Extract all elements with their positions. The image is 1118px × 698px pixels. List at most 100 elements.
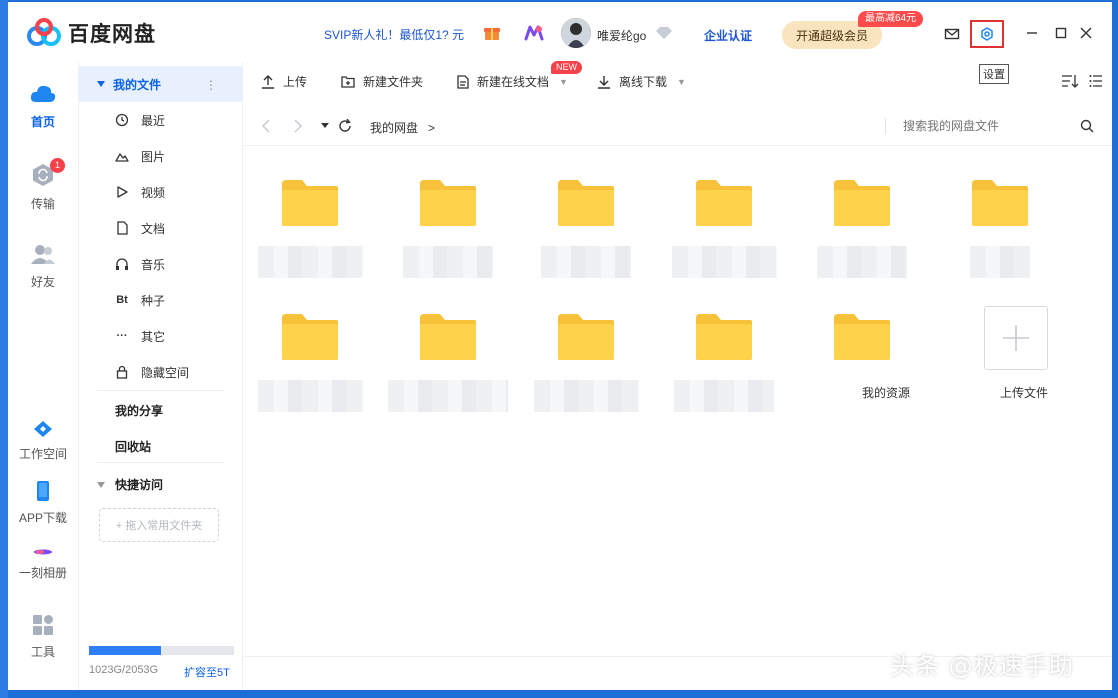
sidebar-quick-access[interactable]: 快捷访问 xyxy=(97,476,163,493)
nav-album[interactable]: 一刻相册 xyxy=(8,546,78,581)
expand-storage-link[interactable]: 扩容至5T xyxy=(184,664,230,680)
folder-tile[interactable] xyxy=(531,152,641,282)
folder-tile[interactable] xyxy=(255,152,365,282)
maximize-button[interactable] xyxy=(1052,24,1070,42)
settings-button[interactable] xyxy=(970,20,1004,48)
file-name-redacted xyxy=(388,380,508,412)
svip-promo-link[interactable]: SVIP新人礼！最低仅1? 元 xyxy=(324,26,464,43)
folder-icon xyxy=(834,180,890,226)
upload-file-tile[interactable] xyxy=(984,306,1048,370)
desktop-background xyxy=(0,0,8,698)
left-nav: 首页 1 传输 好友 工作空间 APP下载 一刻相册 工具 xyxy=(8,62,78,690)
forward-icon[interactable] xyxy=(293,119,303,133)
new-folder-button[interactable]: 新建文件夹 xyxy=(341,73,423,90)
storage-bar xyxy=(89,646,234,655)
chevron-down-icon[interactable]: ▼ xyxy=(677,77,686,87)
sort-icon[interactable] xyxy=(1061,74,1079,88)
chevron-down-icon[interactable]: ▼ xyxy=(559,77,568,87)
friends-icon xyxy=(31,245,55,264)
nav-tools-label: 工具 xyxy=(30,645,55,659)
sidebar-item-documents[interactable]: 文档 xyxy=(115,218,165,238)
folder-icon xyxy=(282,314,338,360)
breadcrumb[interactable]: 我的网盘 > xyxy=(370,119,435,136)
folder-tile[interactable] xyxy=(531,286,641,416)
baidu-pan-logo-icon xyxy=(27,18,61,46)
sidebar-item-my-share[interactable]: 我的分享 xyxy=(115,402,163,419)
document-icon xyxy=(117,221,128,235)
search-icon[interactable] xyxy=(1080,119,1094,133)
folder-tile[interactable] xyxy=(807,152,917,282)
storage-fill xyxy=(89,646,162,655)
nav-tools[interactable]: 工具 xyxy=(8,614,78,660)
gear-icon xyxy=(981,27,993,41)
gift-icon[interactable] xyxy=(483,24,501,42)
back-icon[interactable] xyxy=(261,119,271,133)
list-view-icon[interactable] xyxy=(1089,74,1103,88)
upload-button[interactable]: 上传 xyxy=(261,73,307,90)
sidebar-item-images[interactable]: 图片 xyxy=(115,146,165,166)
sidebar-my-files[interactable]: 我的文件 ⋮ xyxy=(79,66,243,102)
folder-tile[interactable] xyxy=(807,286,917,416)
nav-app-download[interactable]: APP下载 xyxy=(8,480,78,526)
nav-friends[interactable]: 好友 xyxy=(8,242,78,290)
file-name-redacted xyxy=(258,246,363,278)
file-name-redacted xyxy=(672,246,777,278)
close-button[interactable] xyxy=(1077,24,1095,42)
sidebar-item-recycle-bin[interactable]: 回收站 xyxy=(115,438,151,455)
headphones-icon xyxy=(116,258,128,270)
sidebar-item-label: 文档 xyxy=(141,221,166,236)
folder-icon xyxy=(282,180,338,226)
bt-icon: Bt xyxy=(116,294,128,306)
offline-download-button[interactable]: 离线下载 ▼ xyxy=(597,73,686,90)
minimize-button[interactable] xyxy=(1023,24,1041,42)
sidebar: 我的文件 ⋮ 最近 图片 视频 文档 音乐 Bt 种子 ··· 其它 隐藏空间 … xyxy=(78,62,243,690)
folder-tile[interactable] xyxy=(255,286,365,416)
sidebar-item-recent[interactable]: 最近 xyxy=(115,110,165,130)
vip-discount-badge: 最高减64元 xyxy=(858,11,924,27)
folder-tile[interactable] xyxy=(669,286,779,416)
file-name-redacted xyxy=(258,380,363,412)
folder-tile[interactable] xyxy=(669,152,779,282)
upload-file-label: 上传文件 xyxy=(999,386,1048,400)
sidebar-item-music[interactable]: 音乐 xyxy=(115,254,165,274)
breadcrumb-separator: > xyxy=(428,121,436,135)
sidebar-quick-access-label: 快捷访问 xyxy=(115,478,164,492)
app-window: 百度网盘 SVIP新人礼！最低仅1? 元 唯爱纶go 企业认证 开通超级会员 最… xyxy=(8,2,1112,690)
file-name-redacted xyxy=(970,246,1030,278)
mail-icon[interactable] xyxy=(944,27,960,41)
new-online-doc-button[interactable]: 新建在线文档 ▼ xyxy=(457,73,568,90)
folder-tile[interactable] xyxy=(388,286,508,416)
file-name-redacted xyxy=(541,246,631,278)
nav-workspace[interactable]: 工作空间 xyxy=(8,420,78,462)
search-input[interactable] xyxy=(903,119,1063,133)
refresh-icon[interactable] xyxy=(338,119,352,133)
history-dropdown-icon[interactable] xyxy=(321,123,329,129)
drop-folder-zone[interactable]: + 拖入常用文件夹 xyxy=(99,508,219,542)
sidebar-item-label: 音乐 xyxy=(141,257,166,272)
folder-icon xyxy=(420,314,476,360)
address-bar: 我的网盘 > xyxy=(243,106,1112,146)
sidebar-item-other[interactable]: ··· 其它 xyxy=(115,326,166,346)
folder-tile[interactable] xyxy=(945,152,1055,282)
file-name-redacted xyxy=(817,246,907,278)
close-icon xyxy=(1080,27,1092,39)
breadcrumb-root[interactable]: 我的网盘 xyxy=(370,121,418,135)
nav-home[interactable]: 首页 xyxy=(8,82,78,130)
sidebar-item-torrents[interactable]: Bt 种子 xyxy=(115,290,165,310)
diamond-icon xyxy=(656,27,672,39)
more-options-icon[interactable]: ⋮ xyxy=(205,78,217,92)
enterprise-verify-link[interactable]: 企业认证 xyxy=(704,27,752,44)
avatar[interactable] xyxy=(561,18,591,48)
username[interactable]: 唯爱纶go xyxy=(597,27,646,44)
nav-transfer[interactable]: 1 传输 xyxy=(8,158,78,212)
sidebar-item-hidden-space[interactable]: 隐藏空间 xyxy=(115,362,189,382)
ai-assistant-icon[interactable] xyxy=(524,24,544,42)
cloud-icon xyxy=(30,85,56,102)
sidebar-item-videos[interactable]: 视频 xyxy=(115,182,165,202)
plus-icon xyxy=(1003,325,1029,351)
collapse-triangle-icon xyxy=(97,481,105,488)
folder-tile[interactable] xyxy=(393,152,503,282)
maximize-icon xyxy=(1055,27,1067,39)
file-name-redacted xyxy=(534,380,639,412)
video-icon xyxy=(117,186,128,198)
